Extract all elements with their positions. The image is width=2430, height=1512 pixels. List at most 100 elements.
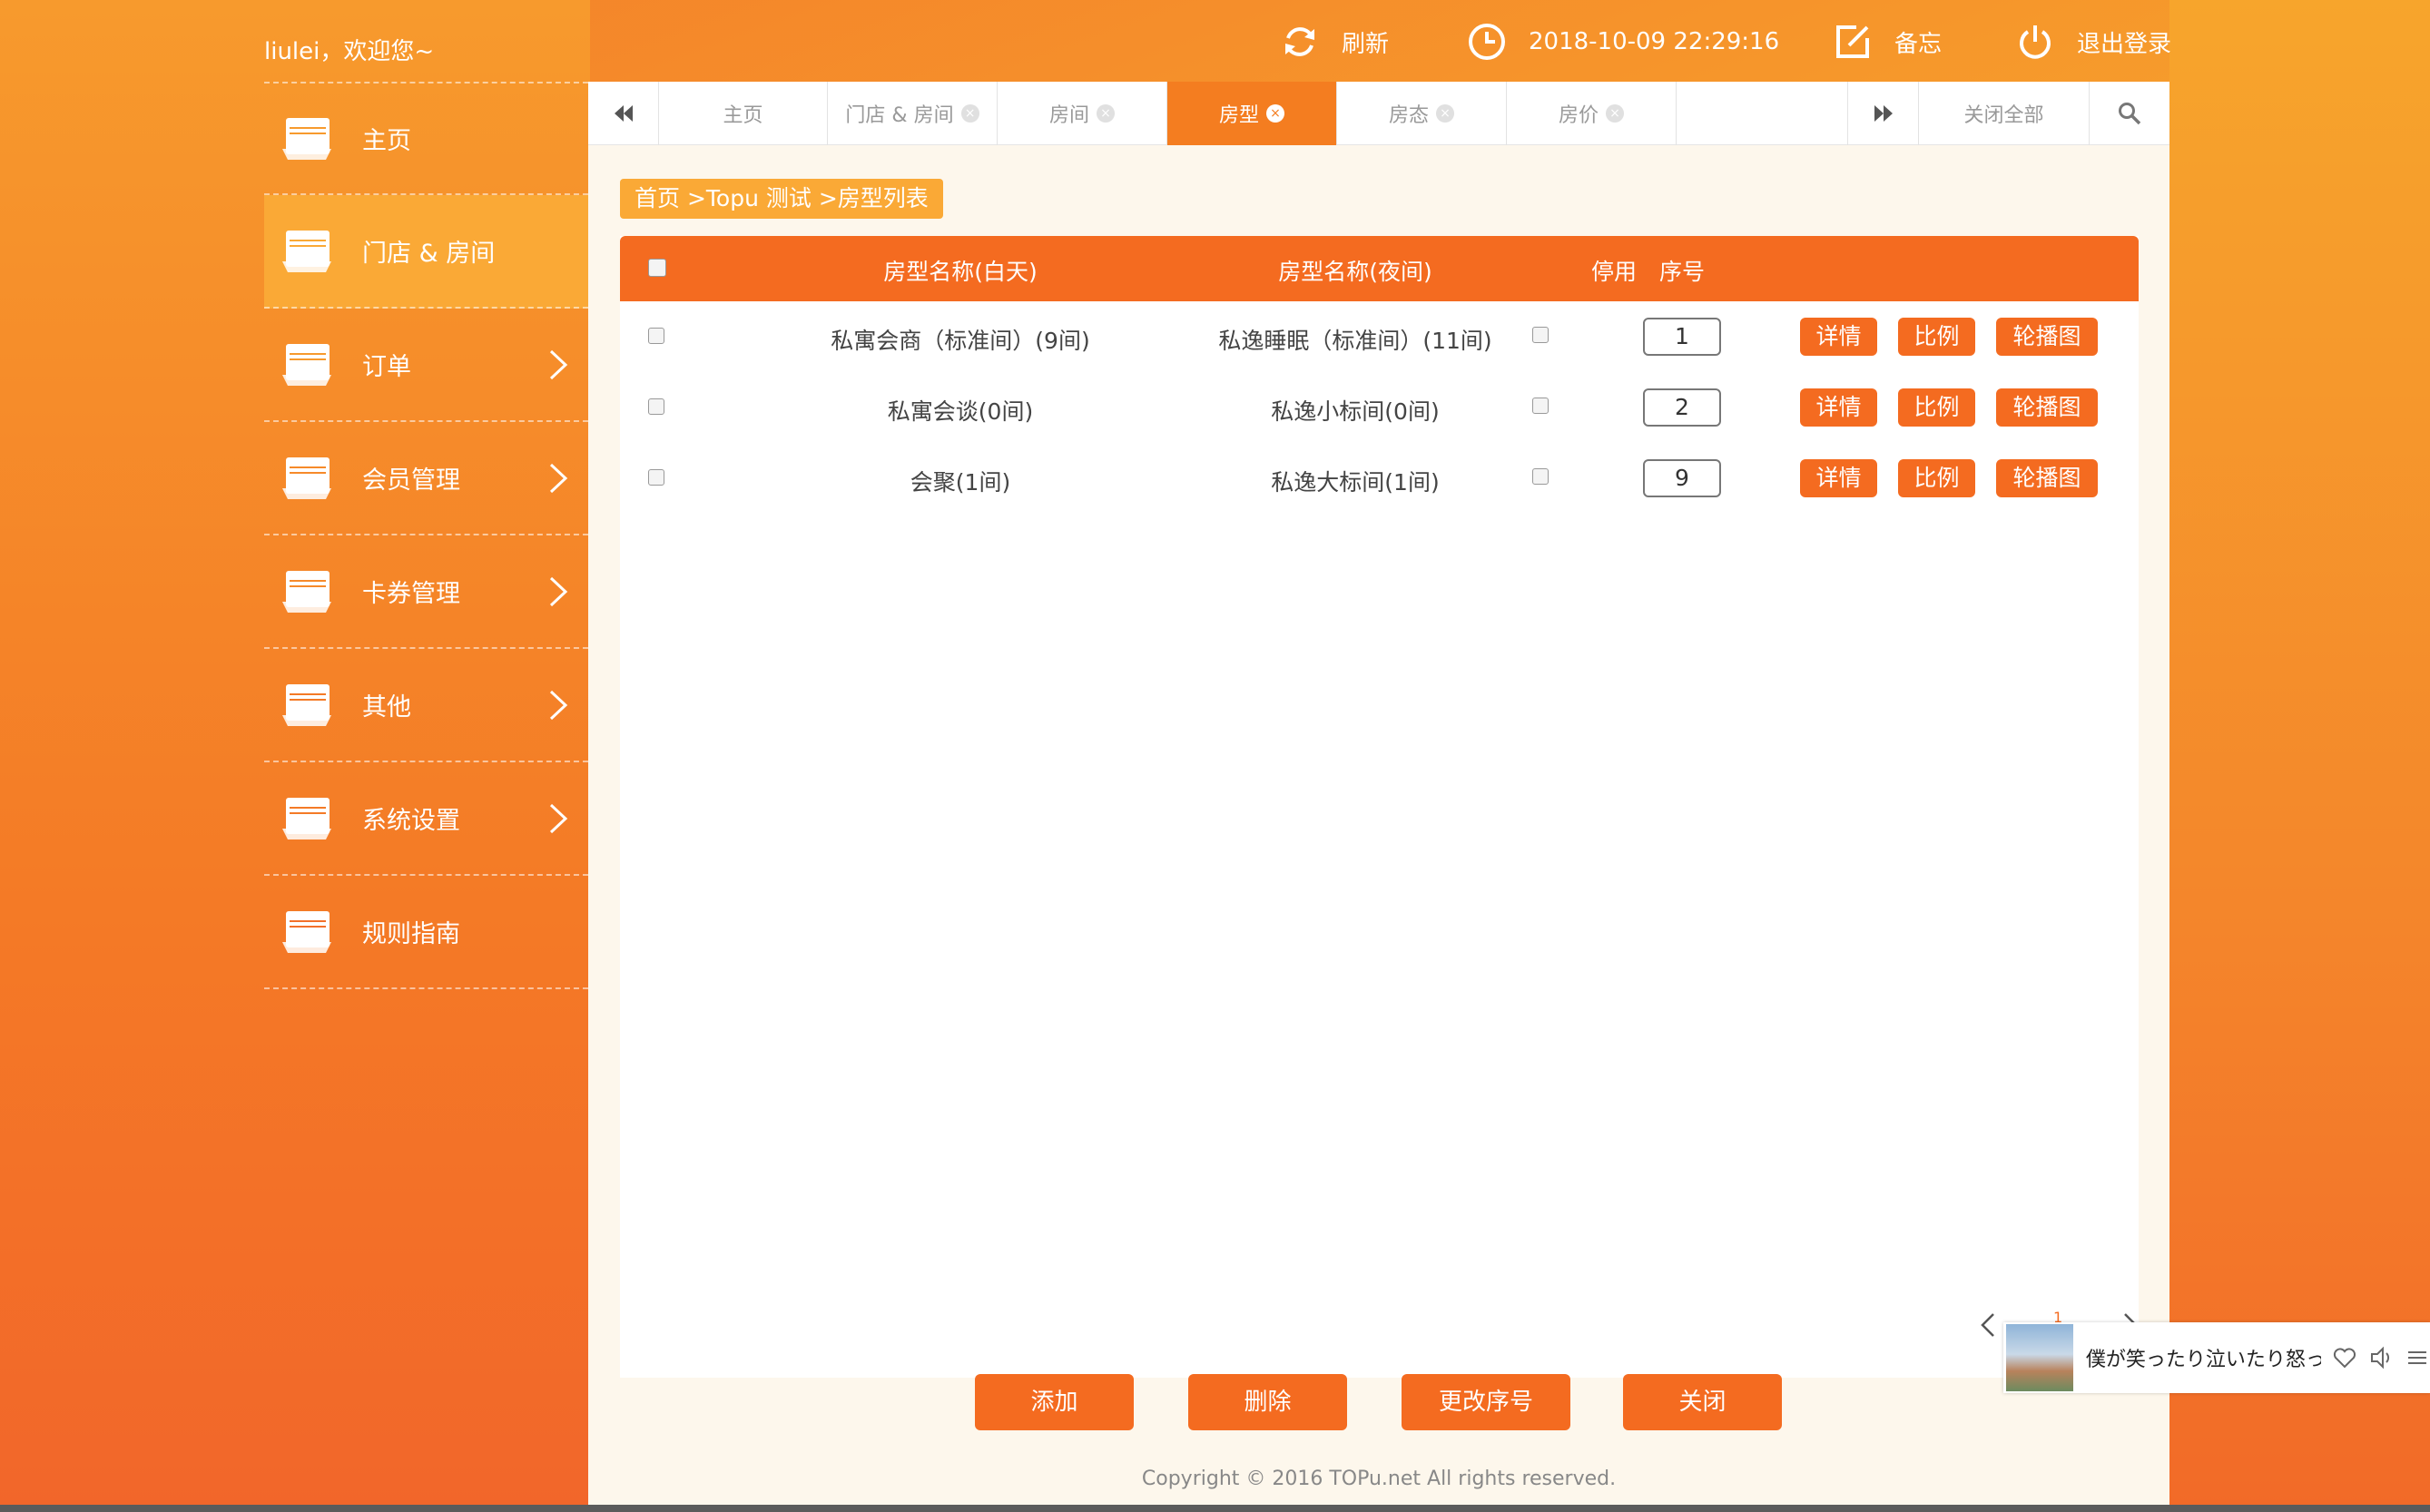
sidebar-item-home[interactable]: 主页 (264, 82, 588, 195)
browser-window-icon (282, 797, 331, 839)
delete-button[interactable]: 删除 (1188, 1374, 1347, 1430)
browser-window-icon (282, 457, 331, 499)
select-all-checkbox[interactable] (648, 259, 666, 277)
sidebar-item-label: 订单 (362, 353, 411, 381)
tab-home[interactable]: 主页 (659, 82, 828, 145)
carousel-button[interactable]: 轮播图 (1996, 459, 2098, 497)
change-seq-button[interactable]: 更改序号 (1402, 1374, 1570, 1430)
search-button[interactable] (2090, 82, 2169, 145)
close-all-tabs-button[interactable]: 关闭全部 (1919, 82, 2090, 145)
row-checkbox[interactable] (648, 328, 664, 344)
row-checkbox[interactable] (648, 469, 664, 486)
table-row: 私寓会谈(0间) 私逸小标间(0间) 2 详情 比例 轮播图 (620, 372, 2139, 443)
window-bottom-edge (0, 1505, 2430, 1512)
seq-input[interactable]: 1 (1643, 318, 1721, 356)
close-icon[interactable]: × (1436, 104, 1454, 123)
day-name-cell: 私寓会商（标准间）(9间) (831, 328, 1090, 354)
detail-button[interactable]: 详情 (1800, 459, 1877, 497)
memo-button[interactable]: 备忘 (1831, 20, 1942, 64)
sidebar-item-stores-rooms[interactable]: 门店 & 房间 (264, 195, 588, 309)
breadcrumb: 首页 >Topu 测试 >房型列表 (620, 179, 943, 219)
tab-scroll-left-button[interactable] (588, 82, 659, 145)
clock-icon (1465, 20, 1509, 64)
tab-label: 房态 (1388, 104, 1429, 127)
tab-room-types[interactable]: 房型 × (1167, 82, 1337, 145)
search-icon (2119, 103, 2141, 125)
seq-input[interactable]: 9 (1643, 459, 1721, 497)
disabled-checkbox[interactable] (1532, 468, 1549, 485)
double-arrow-right-icon (1874, 105, 1893, 122)
column-header-seq: 序号 (1658, 259, 1705, 285)
tab-stores-rooms[interactable]: 门店 & 房间 × (828, 82, 998, 145)
close-icon[interactable]: × (1606, 104, 1624, 123)
sidebar-item-label: 卡券管理 (362, 580, 460, 608)
datetime-display: 2018-10-09 22:29:16 (1465, 20, 1779, 64)
column-header-day-name: 房型名称(白天) (883, 259, 1038, 285)
sidebar-item-settings[interactable]: 系统设置 (264, 762, 588, 876)
tab-scroll-right-button[interactable] (1848, 82, 1919, 145)
chevron-right-icon (549, 349, 568, 380)
add-button[interactable]: 添加 (975, 1374, 1134, 1430)
chevron-right-icon (549, 463, 568, 494)
tab-label: 主页 (723, 104, 763, 127)
sidebar-item-coupons[interactable]: 卡券管理 (264, 535, 588, 649)
tab-label: 房价 (1558, 104, 1599, 127)
pager-prev-icon[interactable] (1980, 1311, 1996, 1339)
tab-label: 房间 (1048, 104, 1089, 127)
volume-icon[interactable] (2368, 1345, 2394, 1370)
album-cover (2006, 1324, 2073, 1391)
night-name-cell: 私逸大标间(1间) (1271, 469, 1440, 496)
detail-button[interactable]: 详情 (1800, 388, 1877, 427)
browser-window-icon (282, 230, 331, 272)
sidebar-item-other[interactable]: 其他 (264, 649, 588, 762)
sidebar-item-label: 门店 & 房间 (362, 240, 496, 268)
tab-rooms[interactable]: 房间 × (998, 82, 1167, 145)
ratio-button[interactable]: 比例 (1898, 318, 1975, 356)
table-row: 私寓会商（标准间）(9间) 私逸睡眠（标准间）(11间) 1 详情 比例 轮播图 (620, 301, 2139, 372)
sidebar-item-orders[interactable]: 订单 (264, 309, 588, 422)
disabled-checkbox[interactable] (1532, 327, 1549, 343)
sidebar-item-rules-guide[interactable]: 规则指南 (264, 876, 588, 989)
datetime-text: 2018-10-09 22:29:16 (1529, 28, 1780, 55)
chevron-right-icon (549, 576, 568, 607)
browser-window-icon (282, 910, 331, 953)
main-panel: 主页 门店 & 房间 × 房间 × 房型 × 房态 × 房价 × 关闭全部 首页… (588, 82, 2169, 1505)
browser-window-icon (282, 570, 331, 613)
logout-button[interactable]: 退出登录 (2013, 20, 2171, 64)
disabled-checkbox[interactable] (1532, 398, 1549, 414)
sidebar-item-label: 其他 (362, 693, 411, 722)
double-arrow-left-icon (614, 105, 633, 122)
close-all-label: 关闭全部 (1963, 104, 2044, 127)
music-player-widget[interactable]: 僕が笑ったり泣いたり怒っ (2003, 1322, 2430, 1393)
close-button[interactable]: 关闭 (1623, 1374, 1782, 1430)
row-checkbox[interactable] (648, 398, 664, 415)
close-icon[interactable]: × (1266, 104, 1284, 123)
refresh-button[interactable]: 刷新 (1278, 20, 1389, 64)
sidebar-item-members[interactable]: 会员管理 (264, 422, 588, 535)
night-name-cell: 私逸睡眠（标准间）(11间) (1218, 328, 1492, 354)
ratio-button[interactable]: 比例 (1898, 388, 1975, 427)
logout-label: 退出登录 (2077, 30, 2172, 58)
refresh-icon (1278, 20, 1322, 64)
close-icon[interactable]: × (1097, 104, 1115, 123)
playlist-icon[interactable] (2405, 1345, 2430, 1370)
room-type-table: 房型名称(白天) 房型名称(夜间) 停用 序号 私寓会商（标准间）(9间) 私逸… (620, 236, 2139, 1378)
table-row: 会聚(1间) 私逸大标间(1间) 9 详情 比例 轮播图 (620, 443, 2139, 514)
edit-icon (1831, 20, 1874, 64)
sidebar-item-label: 系统设置 (362, 807, 460, 835)
close-icon[interactable]: × (960, 104, 979, 123)
carousel-button[interactable]: 轮播图 (1996, 388, 2098, 427)
browser-window-icon (282, 683, 331, 726)
ratio-button[interactable]: 比例 (1898, 459, 1975, 497)
seq-input[interactable]: 2 (1643, 388, 1721, 427)
sidebar-item-label: 规则指南 (362, 920, 460, 948)
heart-icon[interactable] (2332, 1345, 2357, 1370)
memo-label: 备忘 (1894, 30, 1943, 58)
tab-room-status[interactable]: 房态 × (1337, 82, 1507, 145)
tab-bar: 主页 门店 & 房间 × 房间 × 房型 × 房态 × 房价 × 关闭全部 (588, 82, 2169, 145)
carousel-button[interactable]: 轮播图 (1996, 318, 2098, 356)
tab-label: 房型 (1218, 104, 1259, 127)
tab-room-prices[interactable]: 房价 × (1507, 82, 1677, 145)
detail-button[interactable]: 详情 (1800, 318, 1877, 356)
browser-window-icon (282, 343, 331, 386)
